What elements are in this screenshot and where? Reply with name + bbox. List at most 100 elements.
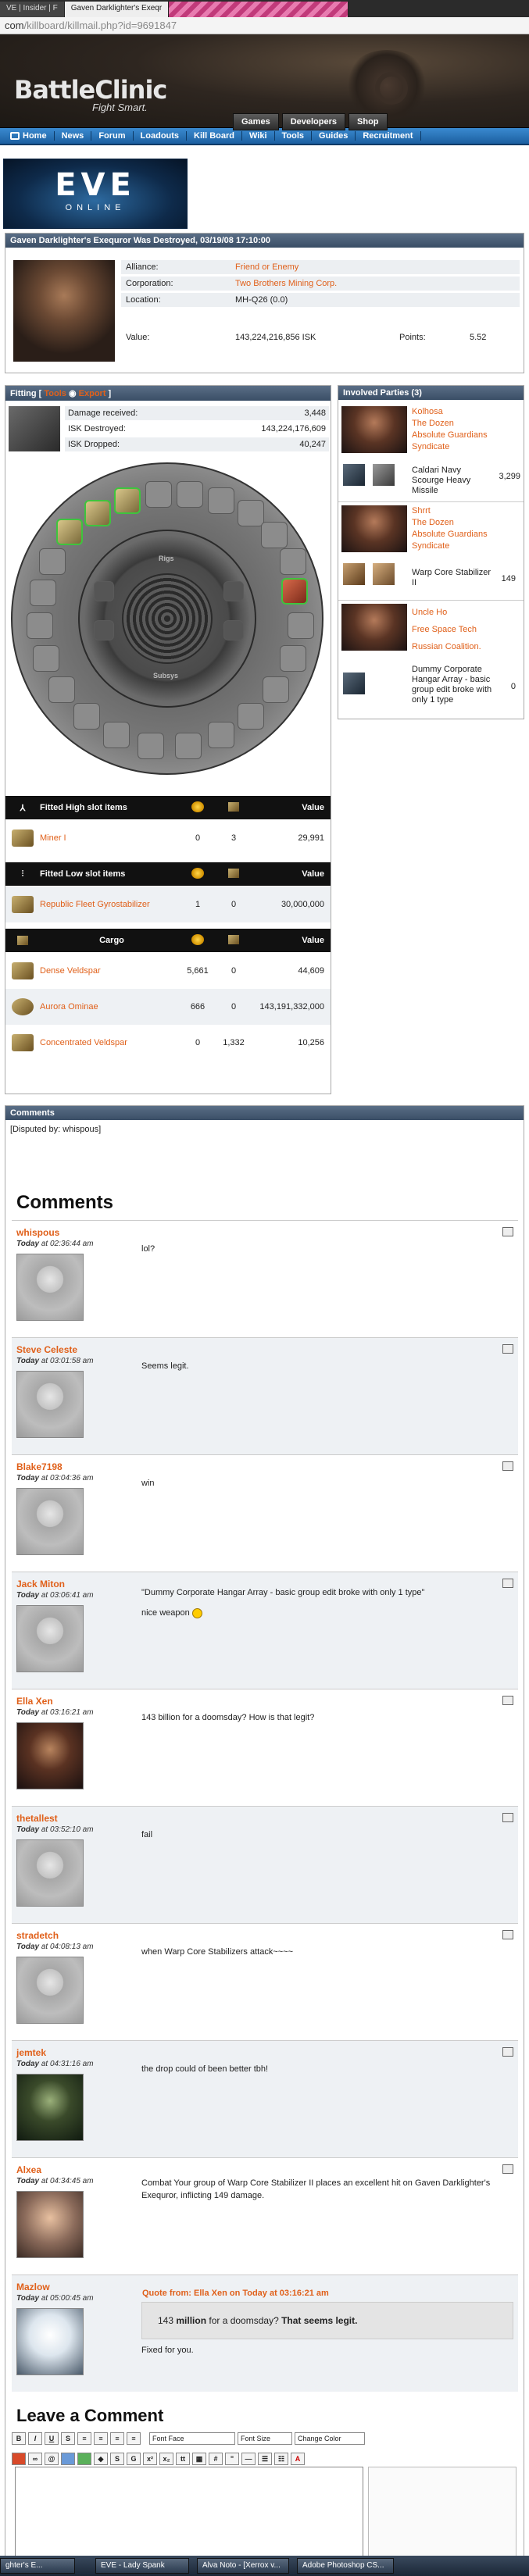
- menu-recruitment[interactable]: Recruitment: [356, 131, 421, 141]
- comment-author[interactable]: Ella Xen: [16, 1696, 53, 1707]
- menu-loadouts[interactable]: Loadouts: [134, 131, 188, 141]
- high-slot-fitted[interactable]: [56, 519, 83, 545]
- comment-author[interactable]: Mazlow: [16, 2282, 50, 2292]
- party-alliance-link[interactable]: Absolute Guardians Syndicate: [412, 530, 488, 551]
- menu-wiki[interactable]: Wiki: [242, 131, 275, 141]
- mid-slot-empty[interactable]: [280, 548, 306, 575]
- party-ship-icon[interactable]: [343, 563, 365, 585]
- rig-slot[interactable]: [223, 581, 244, 601]
- browser-tab-active[interactable]: Gaven Darklighter's Exeqr: [64, 2, 170, 17]
- party-weapon-icon[interactable]: [373, 464, 395, 486]
- menu-home[interactable]: Home: [3, 131, 55, 141]
- quote-icon[interactable]: [502, 1813, 513, 1822]
- low-slot-empty[interactable]: [73, 703, 100, 730]
- comment-textarea[interactable]: [15, 2467, 363, 2568]
- party-portrait[interactable]: [341, 406, 407, 453]
- party-weapon-icon[interactable]: [373, 563, 395, 585]
- rig-slot[interactable]: [94, 620, 114, 640]
- corporation-link[interactable]: Two Brothers Mining Corp.: [235, 279, 337, 288]
- mid-slot-empty[interactable]: [261, 522, 288, 548]
- shadow-icon[interactable]: S: [110, 2453, 124, 2465]
- link-icon[interactable]: ∞: [28, 2453, 42, 2465]
- item-link[interactable]: Aurora Ominae: [40, 1002, 98, 1011]
- topnav-developers[interactable]: Developers: [281, 113, 346, 130]
- underline-button[interactable]: U: [45, 2432, 59, 2445]
- teletype-icon[interactable]: tt: [176, 2453, 190, 2465]
- comment-author[interactable]: Jack Miton: [16, 1579, 65, 1589]
- low-slot-empty[interactable]: [238, 703, 264, 730]
- font-icon[interactable]: A: [291, 2453, 305, 2465]
- ordered-list-icon[interactable]: ☷: [274, 2453, 288, 2465]
- fitting-export-link[interactable]: Export: [79, 389, 106, 398]
- low-slot-empty[interactable]: [48, 676, 75, 703]
- comment-author[interactable]: thetallest: [16, 1813, 58, 1824]
- browser-tab-striped[interactable]: [169, 2, 349, 17]
- low-slot-empty[interactable]: [33, 645, 59, 672]
- quote-icon[interactable]: [502, 2047, 513, 2057]
- globe-icon[interactable]: [77, 2453, 91, 2465]
- subscript-icon[interactable]: x₂: [159, 2453, 173, 2465]
- comment-author[interactable]: Steve Celeste: [16, 1344, 77, 1355]
- comment-avatar[interactable]: [16, 1957, 84, 2024]
- low-slot-empty[interactable]: [175, 733, 202, 759]
- comment-author[interactable]: whispous: [16, 1227, 59, 1238]
- party-name-link[interactable]: Uncle Ho: [412, 608, 447, 617]
- comment-avatar[interactable]: [16, 1722, 84, 1789]
- email-icon[interactable]: @: [45, 2453, 59, 2465]
- low-slot-empty[interactable]: [103, 722, 130, 748]
- comment-author[interactable]: stradetch: [16, 1930, 59, 1941]
- image-icon[interactable]: [12, 2453, 26, 2465]
- table-icon[interactable]: ▦: [192, 2453, 206, 2465]
- menu-killboard[interactable]: Kill Board: [187, 131, 242, 141]
- code-icon[interactable]: #: [209, 2453, 223, 2465]
- quote-icon[interactable]: ": [225, 2453, 239, 2465]
- quote-icon[interactable]: [502, 1227, 513, 1236]
- high-slot-empty[interactable]: [145, 481, 172, 508]
- hr-icon[interactable]: —: [241, 2453, 256, 2465]
- justify-button[interactable]: ≡: [127, 2432, 141, 2445]
- menu-forum[interactable]: Forum: [91, 131, 134, 141]
- quote-icon[interactable]: [502, 2164, 513, 2174]
- alliance-link[interactable]: Friend or Enemy: [235, 262, 298, 272]
- quote-icon[interactable]: [502, 1344, 513, 1354]
- comment-author[interactable]: Blake7198: [16, 1461, 63, 1472]
- quote-icon[interactable]: [502, 1696, 513, 1705]
- comment-avatar[interactable]: [16, 1605, 84, 1672]
- address-bar[interactable]: com/killboard/killmail.php?id=9691847: [0, 17, 529, 34]
- party-alliance-link[interactable]: Absolute Guardians Syndicate: [412, 430, 488, 451]
- taskbar-item[interactable]: Adobe Photoshop CS...: [297, 2558, 394, 2574]
- rig-slot[interactable]: [94, 581, 114, 601]
- party-ship-icon[interactable]: [343, 673, 365, 694]
- browser-tab[interactable]: VE | Insider | F: [0, 2, 65, 17]
- low-slot-empty[interactable]: [138, 733, 164, 759]
- comment-avatar[interactable]: [16, 2191, 84, 2258]
- comment-avatar[interactable]: [16, 1488, 84, 1555]
- site-logo[interactable]: BattleClinic: [14, 75, 167, 105]
- menu-news[interactable]: News: [55, 131, 92, 141]
- party-portrait[interactable]: [341, 604, 407, 651]
- topnav-games[interactable]: Games: [233, 113, 279, 130]
- party-name-link[interactable]: Kolhosa: [412, 407, 443, 416]
- low-slot-empty[interactable]: [39, 548, 66, 575]
- align-left-button[interactable]: ≡: [77, 2432, 91, 2445]
- high-slot-empty[interactable]: [177, 481, 203, 508]
- item-link[interactable]: Republic Fleet Gyrostabilizer: [40, 900, 150, 909]
- high-slot-fitted[interactable]: [84, 500, 111, 526]
- quote-icon[interactable]: [502, 1461, 513, 1471]
- party-name-link[interactable]: Shrrt: [412, 506, 431, 516]
- item-link[interactable]: Concentrated Veldspar: [40, 1038, 127, 1047]
- comment-avatar[interactable]: [16, 2074, 84, 2141]
- low-slot-empty[interactable]: [27, 612, 53, 639]
- high-slot-fitted[interactable]: [114, 487, 141, 514]
- align-right-button[interactable]: ≡: [110, 2432, 124, 2445]
- ship-image[interactable]: [9, 406, 60, 451]
- item-link[interactable]: Miner I: [40, 833, 66, 843]
- high-slot-empty[interactable]: [238, 500, 264, 526]
- menu-tools[interactable]: Tools: [275, 131, 313, 141]
- quote-icon[interactable]: [502, 1579, 513, 1588]
- party-alliance-link[interactable]: Russian Coalition.: [412, 642, 481, 651]
- flash-icon[interactable]: [61, 2453, 75, 2465]
- party-corp-link[interactable]: Free Space Tech: [412, 625, 477, 634]
- strike-button[interactable]: S: [61, 2432, 75, 2445]
- topnav-shop[interactable]: Shop: [348, 113, 388, 130]
